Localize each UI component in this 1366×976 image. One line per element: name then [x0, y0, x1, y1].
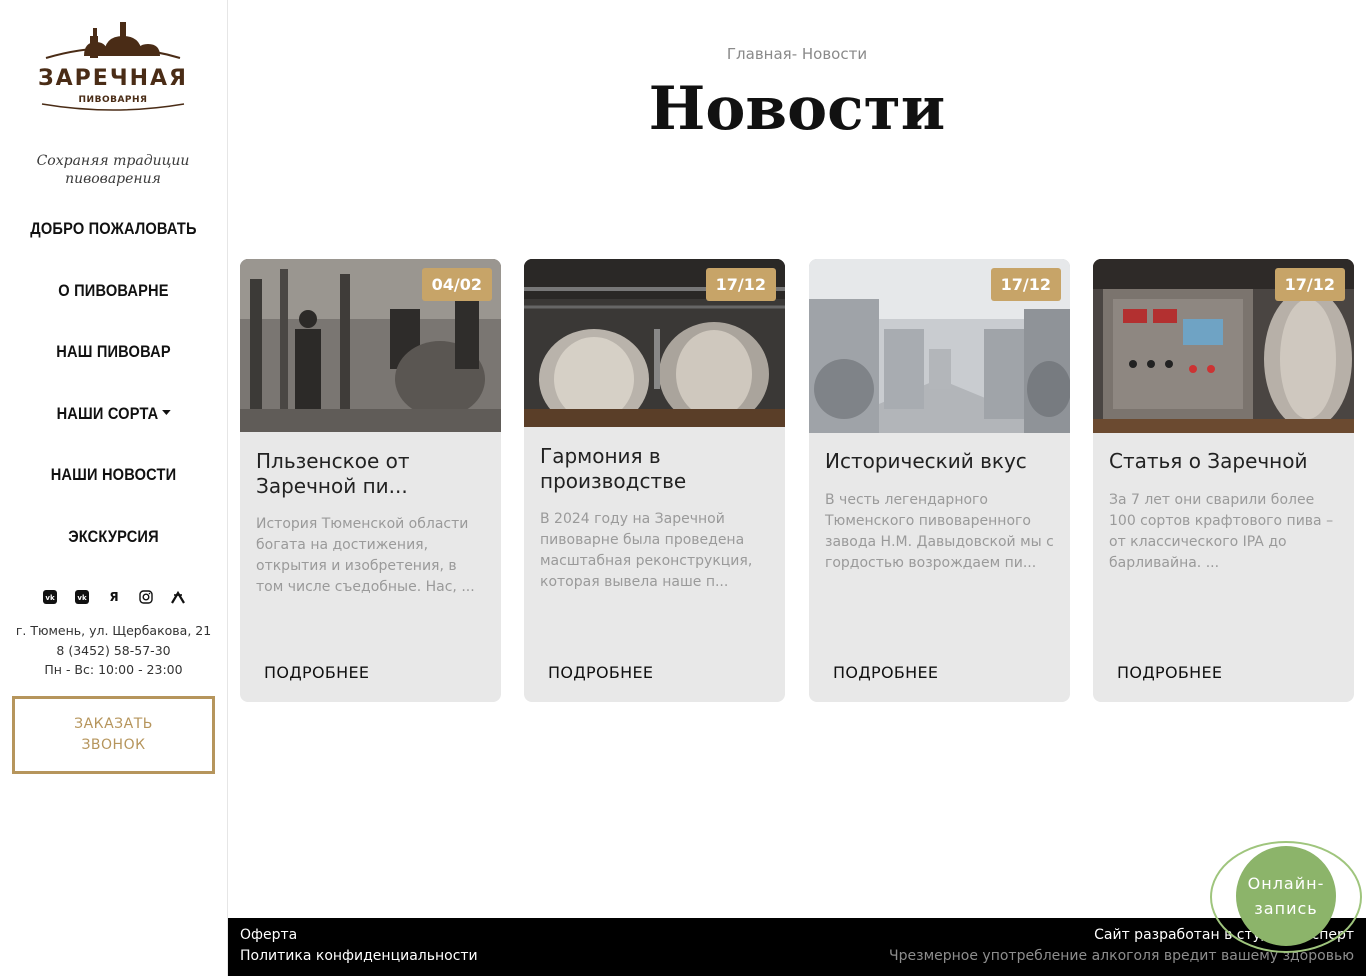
online-booking: Онлайн- запись: [1210, 841, 1362, 953]
news-card[interactable]: 17/12 Гармония в производстве В 2024 год…: [524, 259, 785, 702]
vk-icon[interactable]: vk: [41, 588, 59, 606]
nav-item-brewer[interactable]: НАШ ПИВОВАР: [16, 329, 211, 391]
nav-item-welcome[interactable]: ДОБРО ПОЖАЛОВАТЬ: [16, 206, 211, 268]
news-card[interactable]: 17/12 Исторический вкус В честь легендар…: [809, 259, 1070, 702]
read-more-link[interactable]: ПОДРОБНЕЕ: [264, 663, 369, 682]
news-title[interactable]: Статья о Заречной: [1109, 449, 1341, 474]
callback-line-2: ЗВОНОК: [81, 737, 146, 753]
news-excerpt: История Тюменской области богата на дост…: [256, 516, 475, 595]
online-booking-button[interactable]: Онлайн- запись: [1236, 846, 1336, 946]
news-title[interactable]: Исторический вкус: [825, 449, 1057, 474]
page-title: Новости: [648, 74, 946, 144]
slogan: Сохраняя традиции пивоварения: [36, 153, 190, 187]
nav-item-news[interactable]: НАШИ НОВОСТИ: [16, 452, 211, 514]
offer-link[interactable]: Оферта: [240, 927, 297, 943]
callback-button[interactable]: ЗАКАЗАТЬ ЗВОНОК: [12, 696, 215, 774]
nav-item-about[interactable]: О ПИВОВАРНЕ: [16, 268, 211, 330]
news-list: 04/02 Пльзенское от Заречной пи... Истор…: [240, 259, 1354, 702]
news-date: 17/12: [1274, 268, 1345, 301]
svg-text:vk: vk: [77, 594, 87, 602]
online-booking-line-2: запись: [1254, 899, 1318, 918]
instagram-icon[interactable]: [137, 588, 155, 606]
news-excerpt: За 7 лет они сварили более 100 сортов кр…: [1109, 492, 1334, 571]
news-excerpt: В 2024 году на Заречной пивоварне была п…: [540, 511, 753, 590]
sidebar: ЗАРЕЧНАЯ ПИВОВАРНЯ Сохраняя традиции пив…: [0, 0, 228, 976]
read-more-link[interactable]: ПОДРОБНЕЕ: [1117, 663, 1222, 682]
news-date: 17/12: [990, 268, 1061, 301]
online-booking-line-1: Онлайн-: [1247, 874, 1325, 893]
address: г. Тюмень, ул. Щербакова, 21: [15, 623, 212, 638]
privacy-link[interactable]: Политика конфиденциальности: [240, 948, 478, 964]
brewery-kettles-icon: [45, 22, 181, 59]
footer: Оферта Политика конфиденциальности Сайт …: [228, 918, 1366, 976]
read-more-link[interactable]: ПОДРОБНЕЕ: [833, 663, 938, 682]
svg-text:vk: vk: [45, 594, 55, 602]
logo-underline: [41, 103, 185, 111]
read-more-link[interactable]: ПОДРОБНЕЕ: [548, 663, 653, 682]
social-links: vk vk Я: [41, 588, 187, 606]
nav-item-beers-label: НАШИ СОРТА: [56, 403, 159, 423]
nav-item-beers[interactable]: НАШИ СОРТА: [16, 391, 211, 453]
nav-item-excursion[interactable]: ЭКСКУРСИЯ: [16, 514, 211, 576]
news-title[interactable]: Гармония в производстве: [540, 444, 772, 494]
vk-icon[interactable]: vk: [73, 588, 91, 606]
breadcrumb[interactable]: Главная- Новости: [228, 45, 1366, 63]
news-card[interactable]: 04/02 Пльзенское от Заречной пи... Истор…: [240, 259, 501, 702]
contacts: г. Тюмень, ул. Щербакова, 21 8 (3452) 58…: [0, 621, 227, 680]
opening-hours: Пн - Вс: 10:00 - 23:00: [44, 662, 183, 677]
phone[interactable]: 8 (3452) 58-57-30: [0, 641, 227, 661]
news-excerpt: В честь легендарного Тюменского пивоваре…: [825, 492, 1054, 571]
tripadvisor-icon[interactable]: [169, 588, 187, 606]
page: ЗАРЕЧНАЯ ПИВОВАРНЯ Сохраняя традиции пив…: [0, 0, 1366, 976]
logo-name: ЗАРЕЧНАЯ: [38, 66, 188, 91]
callback-line-1: ЗАКАЗАТЬ: [74, 716, 153, 732]
main-nav: ДОБРО ПОЖАЛОВАТЬ О ПИВОВАРНЕ НАШ ПИВОВАР…: [0, 206, 227, 576]
caret-down-icon: [161, 409, 171, 415]
news-date: 17/12: [705, 268, 776, 301]
logo[interactable]: ЗАРЕЧНАЯ ПИВОВАРНЯ: [38, 16, 188, 116]
news-title[interactable]: Пльзенское от Заречной пи...: [256, 449, 488, 499]
news-date: 04/02: [421, 268, 492, 301]
yandex-icon[interactable]: Я: [105, 588, 123, 606]
news-card[interactable]: 17/12 Статья о Заречной За 7 лет они сва…: [1093, 259, 1354, 702]
